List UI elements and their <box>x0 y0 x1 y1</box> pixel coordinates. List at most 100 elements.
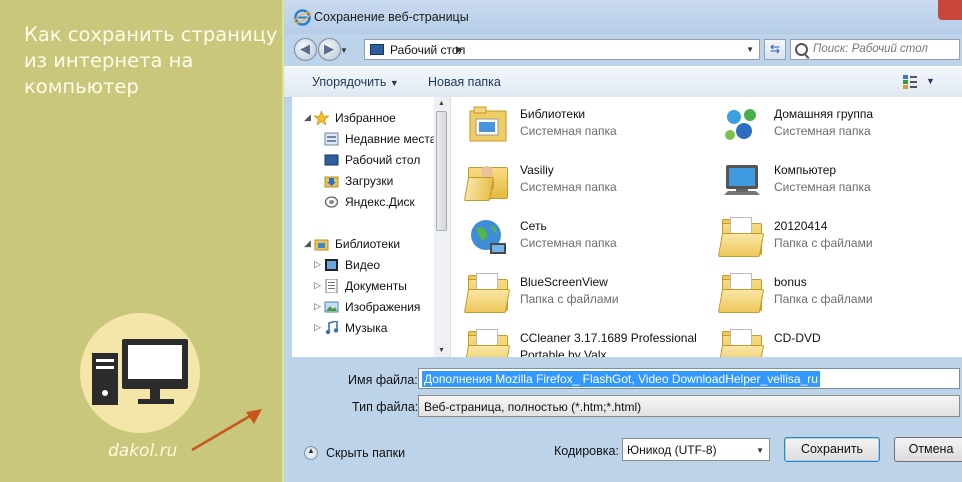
back-button[interactable]: ◀ <box>294 38 317 61</box>
title-bar: Сохранение веб-страницы <box>284 0 962 34</box>
browser-content: ◢ Избранное Недавние места Рабочий стол … <box>292 97 962 357</box>
tree-item-desktop[interactable]: Рабочий стол <box>292 150 434 171</box>
address-dropdown-icon[interactable]: ▼ <box>746 45 754 54</box>
video-icon <box>325 259 338 271</box>
scroll-down-icon: ▼ <box>438 347 445 354</box>
chevron-down-icon: ▼ <box>756 446 764 455</box>
navigation-bar: ◀ ▶ ▼ Рабочий стол ▶ ▼ ⇆ Поиск: Рабочий … <box>284 34 962 64</box>
internet-explorer-icon <box>294 9 311 26</box>
homegroup-icon <box>725 109 756 140</box>
folder-icon <box>463 327 511 357</box>
file-type: Системная папка <box>520 180 617 194</box>
folder-icon <box>717 327 765 357</box>
dialog-title: Сохранение веб-страницы <box>314 10 469 24</box>
recent-places-icon <box>324 132 339 146</box>
file-type: Папка с файлами <box>520 292 619 306</box>
file-item-bonus[interactable]: bonus Папка с файлами <box>708 265 958 321</box>
file-item-libraries[interactable]: Библиотеки Системная папка <box>454 97 704 153</box>
tree-item-downloads[interactable]: Загрузки <box>292 171 434 192</box>
file-name: Сеть <box>520 219 547 233</box>
star-icon <box>314 111 329 125</box>
banner-headline: Как сохранить страницу из интернета на к… <box>24 23 278 98</box>
file-item-20120414[interactable]: 20120414 Папка с файлами <box>708 209 958 265</box>
recent-pages-dropdown[interactable]: ▼ <box>340 46 348 55</box>
file-type: Системная папка <box>520 236 617 250</box>
breadcrumb-arrow-icon[interactable]: ▶ <box>456 44 463 55</box>
file-name: BlueScreenView <box>520 275 608 289</box>
back-arrow-icon: ◀ <box>300 41 310 56</box>
save-form: Имя файла: Дополнения Mozilla Firefox_ F… <box>284 360 962 482</box>
address-location[interactable]: Рабочий стол <box>390 43 465 57</box>
hide-folders-label[interactable]: Скрыть папки <box>326 446 405 460</box>
new-folder-button[interactable]: Новая папка <box>428 75 501 89</box>
filename-label: Имя файла: <box>348 373 418 387</box>
tree-item-yandex-disk[interactable]: Яндекс.Диск <box>292 192 434 213</box>
encoding-value: Юникод (UTF-8) <box>627 443 717 457</box>
organize-dropdown-icon: ▼ <box>389 78 399 88</box>
file-type: Системная папка <box>774 124 871 138</box>
file-list: Библиотеки Системная папка Домашняя груп… <box>454 97 962 357</box>
expand-icon: ▷ <box>314 301 321 311</box>
scroll-up-icon: ▲ <box>438 100 445 107</box>
file-name: CD-DVD <box>774 331 821 345</box>
save-button[interactable]: Сохранить <box>784 437 880 462</box>
file-name: Vasiliy <box>520 163 554 177</box>
site-name: dakol.ru <box>108 441 178 461</box>
file-type: Папка с файлами <box>774 292 873 306</box>
tree-item-music[interactable]: ▷ Музыка <box>292 318 434 339</box>
tree-favorites[interactable]: ◢ Избранное <box>292 108 434 129</box>
file-item-bluescreenview[interactable]: BlueScreenView Папка с файлами <box>454 265 704 321</box>
cancel-button[interactable]: Отмена <box>894 437 962 462</box>
desktop-icon <box>370 44 384 55</box>
tree-item-recent[interactable]: Недавние места <box>292 129 436 150</box>
libraries-icon <box>469 106 507 142</box>
refresh-button[interactable]: ⇆ <box>764 39 786 60</box>
tree-item-video[interactable]: ▷ Видео <box>292 255 434 276</box>
encoding-select[interactable]: Юникод (UTF-8) ▼ <box>622 438 770 461</box>
command-toolbar: Упорядочить ▼ Новая папка ▼ <box>284 66 962 98</box>
address-bar[interactable]: Рабочий стол ▶ ▼ <box>364 39 760 60</box>
file-name: CCleaner 3.17.1689 Professional <box>520 331 697 345</box>
search-icon <box>795 43 808 56</box>
file-item-ccleaner[interactable]: CCleaner 3.17.1689 Professional Portable… <box>454 321 704 357</box>
user-folder-icon <box>463 159 510 203</box>
search-placeholder[interactable]: Поиск: Рабочий стол <box>813 43 928 55</box>
view-dropdown-icon[interactable]: ▼ <box>926 76 935 86</box>
file-name: bonus <box>774 275 807 289</box>
hide-folders-toggle[interactable]: ▲ <box>304 446 318 460</box>
images-icon <box>324 301 339 313</box>
folder-icon <box>463 271 511 315</box>
filename-field[interactable]: Дополнения Mozilla Firefox_ FlashGot, Vi… <box>418 368 960 389</box>
forward-button[interactable]: ▶ <box>318 38 341 61</box>
filetype-select[interactable]: Веб-страница, полностью (*.htm;*.html) <box>418 395 960 417</box>
forward-arrow-icon: ▶ <box>324 41 334 56</box>
tree-libraries[interactable]: ◢ Библиотеки <box>292 234 434 255</box>
filetype-label: Тип файла: <box>352 400 419 414</box>
file-item-network[interactable]: Сеть Системная папка <box>454 209 704 265</box>
desktop-icon <box>324 154 339 166</box>
organize-button[interactable]: Упорядочить ▼ <box>312 75 399 89</box>
view-options-icon[interactable] <box>902 74 918 90</box>
save-dialog: Сохранение веб-страницы ◀ ▶ ▼ Рабочий ст… <box>282 0 962 482</box>
folder-icon <box>717 215 765 259</box>
filename-value[interactable]: Дополнения Mozilla Firefox_ FlashGot, Vi… <box>422 371 820 387</box>
tree-item-images[interactable]: ▷ Изображения <box>292 297 434 318</box>
yandex-disk-icon <box>324 196 339 208</box>
expand-icon: ▷ <box>314 322 321 332</box>
computer-logo-icon <box>80 313 200 433</box>
collapse-icon: ◢ <box>304 112 311 122</box>
expand-icon: ▷ <box>314 259 321 269</box>
close-button[interactable] <box>938 0 962 20</box>
file-item-cd-dvd[interactable]: CD-DVD <box>708 321 958 357</box>
file-name: 20120414 <box>774 219 828 233</box>
file-item-homegroup[interactable]: Домашняя группа Системная папка <box>708 97 958 153</box>
encoding-label: Кодировка: <box>554 444 619 458</box>
file-type: Системная папка <box>520 124 617 138</box>
nav-scrollbar[interactable]: ▲ ▼ <box>434 97 450 357</box>
tree-item-documents[interactable]: ▷ Документы <box>292 276 434 297</box>
folder-icon <box>717 271 765 315</box>
search-box[interactable]: Поиск: Рабочий стол <box>790 39 960 60</box>
file-item-vasiliy[interactable]: Vasiliy Системная папка <box>454 153 704 209</box>
scrollbar-thumb[interactable] <box>436 111 447 231</box>
file-item-computer[interactable]: Компьютер Системная папка <box>708 153 958 209</box>
